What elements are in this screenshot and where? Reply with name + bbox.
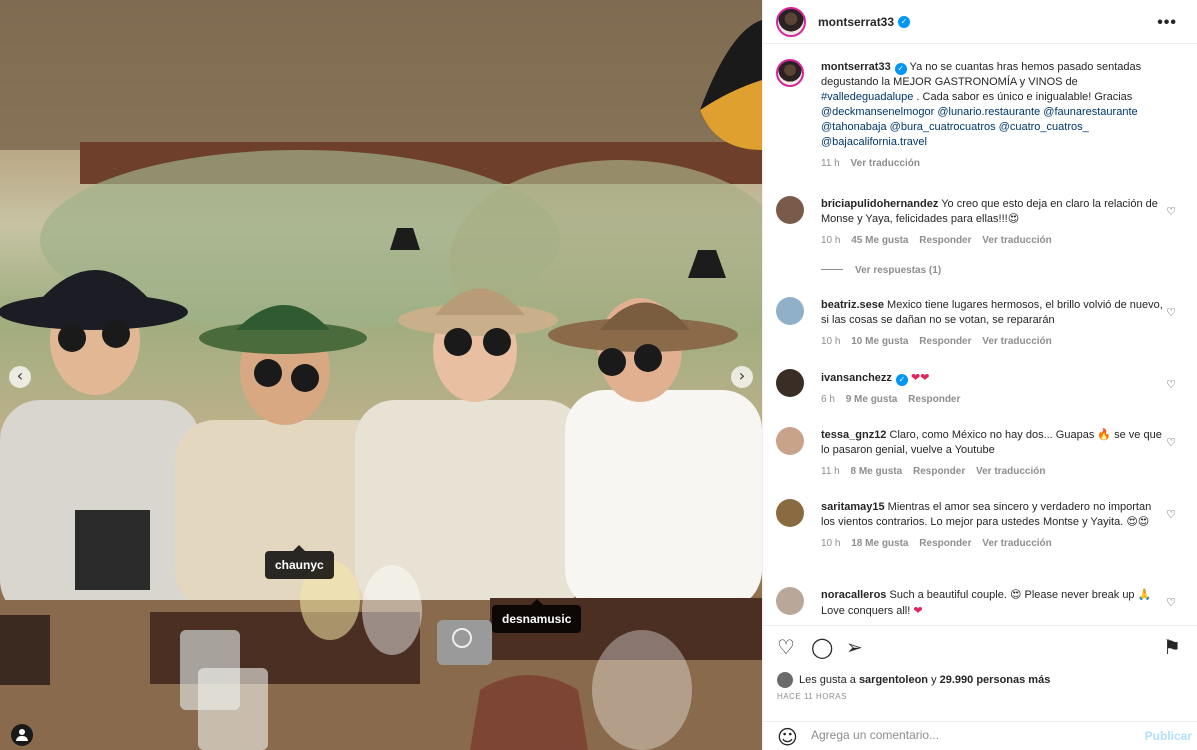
post-actions: ♡ ◯ ➢ ⚑ Les gusta a sargentoleon y 29.99…: [763, 625, 1197, 749]
comment-time: 6 h: [821, 394, 835, 405]
comment-likes[interactable]: 45 Me gusta: [851, 235, 908, 246]
comment-meta: 11 h 8 Me gusta Responder Ver traducción: [821, 464, 1166, 479]
share-icon[interactable]: ➢: [846, 635, 863, 659]
comment-emoji: 😍: [1007, 213, 1020, 225]
translate-link[interactable]: Ver traducción: [976, 466, 1045, 477]
reply-button[interactable]: Responder: [919, 538, 971, 549]
verified-badge-icon: ✓: [898, 15, 911, 28]
caption-text: . Cada sabor es único e inigualable! Gra…: [913, 91, 1133, 103]
liker-username[interactable]: sargentoleon: [859, 674, 928, 686]
comment-body: noracalleros Such a beautiful couple. 😍 …: [821, 588, 1166, 619]
likes-prefix: Les gusta a: [799, 674, 856, 686]
likes-count[interactable]: 29.990 personas más: [940, 674, 1051, 686]
author-avatar[interactable]: [776, 59, 804, 87]
comment-time: 11 h: [821, 466, 840, 477]
comment-emoji: ❤❤: [910, 371, 930, 384]
next-photo-button[interactable]: ›: [731, 366, 753, 388]
reply-button[interactable]: Responder: [919, 235, 971, 246]
comment-emoji: 😍😍: [1126, 516, 1150, 528]
reply-button[interactable]: Responder: [908, 394, 960, 405]
mention-links[interactable]: @deckmansenelmogor @lunario.restaurante …: [821, 106, 1138, 148]
comment-input[interactable]: [811, 728, 1131, 742]
reply-button[interactable]: Responder: [919, 336, 971, 347]
view-replies-label: Ver respuestas (1): [855, 265, 942, 276]
comment-body: saritamay15 Mientras el amor sea sincero…: [821, 500, 1166, 551]
translate-link[interactable]: Ver traducción: [851, 158, 920, 169]
comment-time: 10 h: [821, 336, 841, 347]
comment-time: 10 h: [821, 235, 841, 246]
comment-meta: 10 h 18 Me gusta Responder Ver traducció…: [821, 536, 1166, 551]
translate-link[interactable]: Ver traducción: [982, 336, 1051, 347]
hashtag-link[interactable]: #valledeguadalupe: [821, 91, 913, 103]
comment-body: ivansanchezz ✓ ❤❤ 6 h 9 Me gusta Responde…: [821, 370, 1166, 407]
smiley-icon[interactable]: ☺: [777, 725, 798, 749]
comments-list[interactable]: montserrat33 ✓ Ya no se cuantas hras hemo…: [763, 45, 1197, 625]
translate-link[interactable]: Ver traducción: [982, 235, 1051, 246]
comment-like-heart-icon[interactable]: ♡: [1166, 508, 1176, 521]
heart-icon[interactable]: ♡: [777, 635, 795, 659]
comment-username[interactable]: beatriz.sese: [821, 299, 884, 311]
commenter-avatar[interactable]: [776, 297, 804, 325]
comment-username[interactable]: briciapulidohernandez: [821, 198, 938, 210]
likes-summary[interactable]: Les gusta a sargentoleon y 29.990 person…: [777, 672, 1050, 688]
comment-body: tessa_gnz12 Claro, como México no hay do…: [821, 428, 1166, 479]
comment-likes[interactable]: 18 Me gusta: [851, 538, 908, 549]
likes-middle: y: [931, 674, 937, 686]
previous-photo-button[interactable]: ‹: [9, 366, 31, 388]
verified-badge-icon: ✓: [894, 63, 907, 75]
comment-body: beatriz.sese Mexico tiene lugares hermos…: [821, 298, 1166, 349]
reply-button[interactable]: Responder: [913, 466, 965, 477]
comment-meta: 10 h 10 Me gusta Responder Ver traducció…: [821, 334, 1166, 349]
caption-username[interactable]: montserrat33: [821, 61, 891, 73]
comment-meta: 6 h 9 Me gusta Responder: [821, 392, 1166, 407]
comment-body: briciapulidohernandez Yo creo que esto d…: [821, 197, 1166, 248]
translate-link[interactable]: Ver traducción: [982, 538, 1051, 549]
photo-scene: [0, 0, 762, 750]
liker-avatar: [777, 672, 793, 688]
comment-likes[interactable]: 9 Me gusta: [846, 394, 898, 405]
post-time-ago[interactable]: HACE 11 HORAS: [777, 692, 847, 701]
comment-meta: 10 h 45 Me gusta Responder Ver traducció…: [821, 233, 1166, 248]
comment-username[interactable]: saritamay15: [821, 501, 885, 513]
author-avatar[interactable]: [776, 6, 806, 37]
caption-time: 11 h: [821, 158, 840, 169]
comment-likes[interactable]: 10 Me gusta: [851, 336, 908, 347]
comment-time: 10 h: [821, 538, 841, 549]
post-photo[interactable]: ‹ › chaunyc desnamusic: [0, 0, 762, 750]
comment-username[interactable]: ivansanchezz: [821, 372, 892, 384]
more-icon[interactable]: •••: [1157, 14, 1177, 32]
comment-like-heart-icon[interactable]: ♡: [1166, 378, 1176, 391]
replies-divider: [821, 269, 843, 270]
bookmark-icon[interactable]: ⚑: [1163, 635, 1181, 659]
comment-like-heart-icon[interactable]: ♡: [1166, 436, 1176, 449]
publish-button[interactable]: Publicar: [1145, 729, 1192, 743]
author-username[interactable]: montserrat33: [818, 15, 894, 29]
comment-icon[interactable]: ◯: [811, 635, 833, 659]
commenter-avatar[interactable]: [776, 196, 804, 224]
commenter-avatar[interactable]: [776, 587, 804, 615]
caption-meta: 11 h Ver traducción: [821, 156, 1166, 171]
comment-like-heart-icon[interactable]: ♡: [1166, 596, 1176, 609]
photo-tag[interactable]: desnamusic: [492, 599, 582, 633]
comment-likes[interactable]: 8 Me gusta: [851, 466, 903, 477]
commenter-avatar[interactable]: [776, 369, 804, 397]
view-replies-button[interactable]: Ver respuestas (1): [821, 265, 1001, 276]
add-comment-bar: ☺ Publicar: [763, 721, 1197, 750]
comment-emoji: ❤: [913, 604, 923, 617]
comment-like-heart-icon[interactable]: ♡: [1166, 205, 1176, 218]
commenter-avatar[interactable]: [776, 499, 804, 527]
comment-username[interactable]: tessa_gnz12: [821, 429, 886, 441]
verified-badge-icon: ✓: [895, 374, 908, 386]
comment-like-heart-icon[interactable]: ♡: [1166, 306, 1176, 319]
post-header: montserrat33 ✓ •••: [763, 0, 1197, 44]
action-bar: ♡ ◯ ➢ ⚑: [763, 626, 1197, 668]
caption-body: montserrat33 ✓ Ya no se cuantas hras hemo…: [821, 60, 1166, 171]
post-side-panel: montserrat33 ✓ ••• montserrat33 ✓ Ya no s…: [762, 0, 1197, 750]
photo-tag[interactable]: chaunyc: [265, 545, 334, 579]
comment-username[interactable]: noracalleros: [821, 589, 886, 601]
commenter-avatar[interactable]: [776, 427, 804, 455]
tagged-users-icon[interactable]: [11, 724, 33, 746]
